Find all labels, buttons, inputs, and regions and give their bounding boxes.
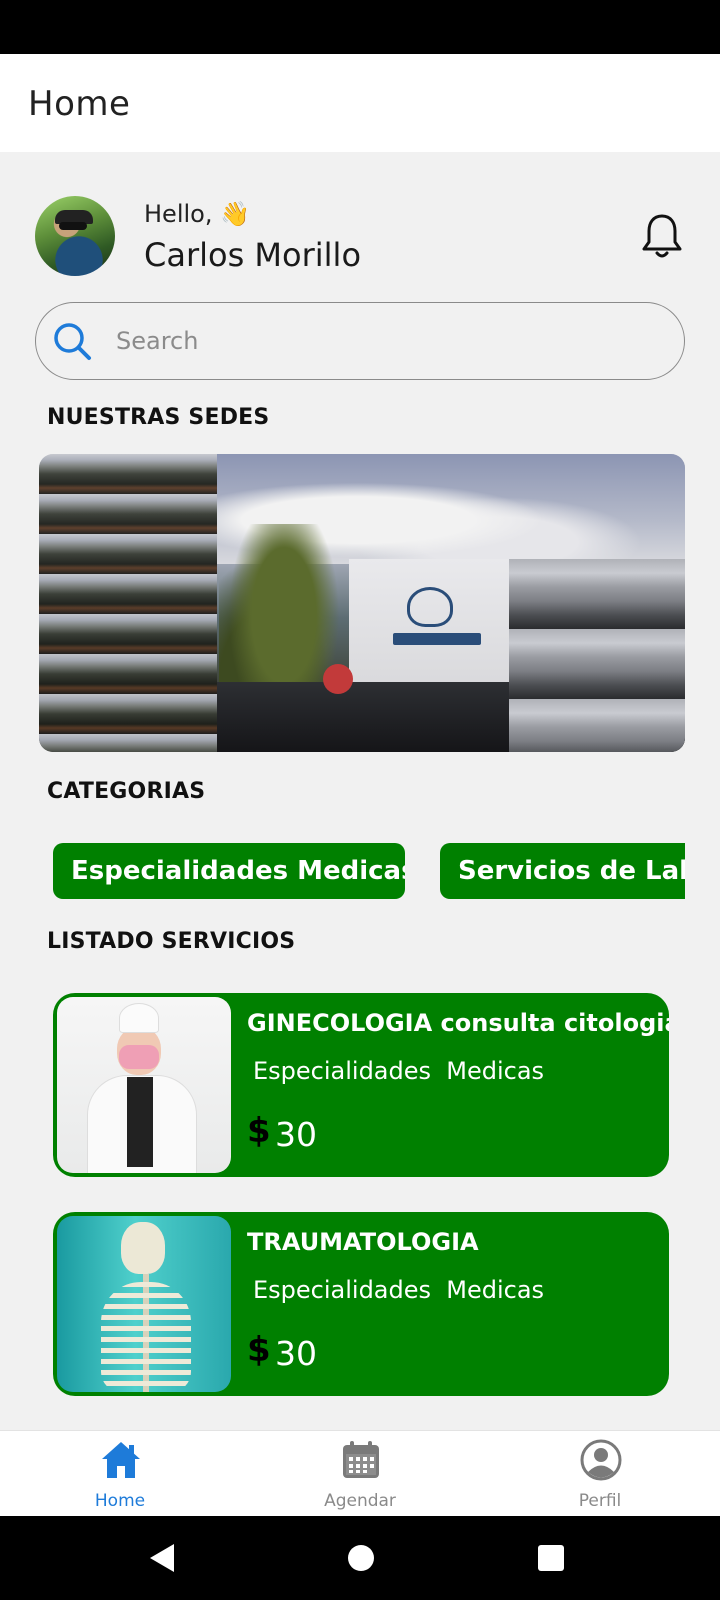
- service-thumbnail-doctor: [57, 997, 231, 1173]
- user-name: Carlos Morillo: [144, 236, 362, 274]
- sede-photo[interactable]: [39, 454, 685, 752]
- system-navigation-bar: [0, 1516, 720, 1600]
- service-currency-icon: $: [247, 1330, 271, 1370]
- greeting: Hello, 👋: [144, 200, 250, 228]
- services-section-title: LISTADO SERVICIOS: [47, 929, 296, 954]
- categories-section-title: CATEGORIAS: [47, 779, 206, 804]
- home-icon: [102, 1442, 140, 1478]
- search-input[interactable]: [116, 317, 656, 365]
- service-category: Especialidades Medicas: [253, 1057, 545, 1085]
- category-chip-especialidades[interactable]: Especialidades Medicas: [53, 843, 405, 899]
- clinic-sign: [393, 633, 481, 645]
- category-chip-laboratorio[interactable]: Servicios de Laboratorio: [440, 843, 685, 899]
- service-category: Especialidades Medicas: [253, 1276, 545, 1304]
- service-thumbnail-skeleton: [57, 1216, 231, 1392]
- stop-sign-icon: [323, 664, 353, 694]
- system-back-icon[interactable]: [150, 1544, 174, 1572]
- search-bar[interactable]: [35, 302, 685, 380]
- nav-item-perfil[interactable]: Perfil: [540, 1431, 660, 1517]
- service-price: 30: [275, 1115, 317, 1154]
- nav-label-home: Home: [94, 1491, 146, 1511]
- sedes-section-title: NUESTRAS SEDES: [47, 405, 270, 430]
- doctor-hat: [119, 1003, 159, 1033]
- status-bar: [0, 0, 720, 54]
- calendar-icon: [343, 1441, 379, 1478]
- app-header: Home: [0, 54, 720, 152]
- skeleton-skull: [121, 1222, 165, 1274]
- skeleton-ribs: [101, 1282, 191, 1392]
- system-home-icon[interactable]: [348, 1545, 374, 1571]
- photo-stretched-edge-right: [509, 559, 685, 752]
- bottom-navigation: Home Agendar Perfil: [0, 1430, 720, 1516]
- nav-item-agendar[interactable]: Agendar: [300, 1431, 420, 1517]
- greeting-text: Hello,: [144, 200, 213, 228]
- clinic-logo-heart-icon: [407, 587, 453, 627]
- page-title: Home: [28, 84, 131, 124]
- service-currency-icon: $: [247, 1111, 271, 1151]
- nav-item-home[interactable]: Home: [60, 1431, 180, 1517]
- doctor-shirt: [127, 1077, 153, 1167]
- nav-label-agendar: Agendar: [324, 1491, 396, 1511]
- avatar[interactable]: [35, 196, 115, 276]
- service-title: TRAUMATOLOGIA: [247, 1228, 479, 1256]
- system-recents-icon[interactable]: [538, 1545, 564, 1571]
- nav-label-perfil: Perfil: [578, 1491, 622, 1511]
- service-title: GINECOLOGIA consulta citologia y eco: [247, 1009, 669, 1037]
- avatar-sunglasses: [59, 222, 87, 230]
- profile-icon: [580, 1439, 622, 1481]
- service-card-traumatologia[interactable]: TRAUMATOLOGIA Especialidades Medicas $ 3…: [53, 1212, 669, 1396]
- photo-stretched-edge-left: [39, 454, 217, 752]
- service-card-ginecologia[interactable]: GINECOLOGIA consulta citologia y eco Esp…: [53, 993, 669, 1177]
- wave-emoji-icon: 👋: [220, 200, 250, 228]
- service-price: 30: [275, 1334, 317, 1373]
- notification-bell-icon[interactable]: [640, 212, 684, 260]
- search-icon: [54, 323, 91, 360]
- doctor-mask: [119, 1045, 159, 1069]
